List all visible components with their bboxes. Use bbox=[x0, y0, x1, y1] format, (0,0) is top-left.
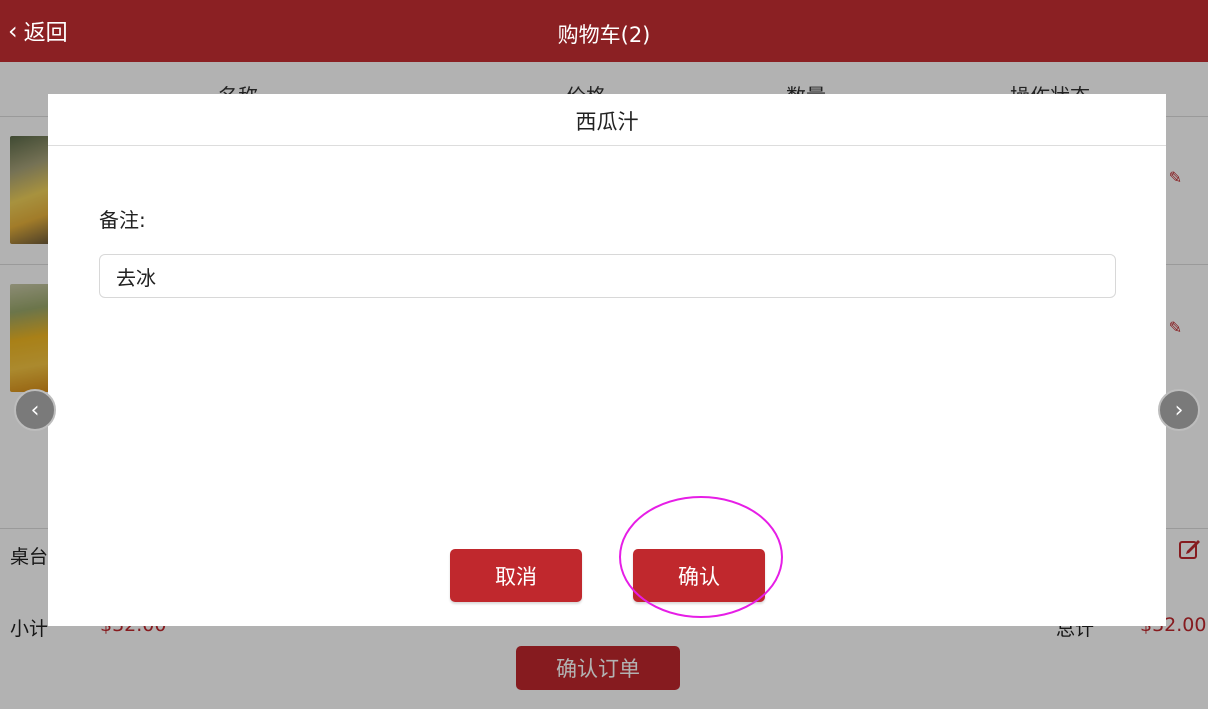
page-title: 购物车(2) bbox=[557, 23, 651, 47]
chevron-right-nav-icon[interactable]: › bbox=[1158, 389, 1200, 431]
confirm-button[interactable]: 确认 bbox=[633, 549, 765, 602]
app-header: ‹ 返回 购物车(2) bbox=[0, 0, 1208, 62]
cancel-button[interactable]: 取消 bbox=[450, 549, 582, 602]
note-input[interactable]: 去冰 bbox=[99, 254, 1116, 298]
dialog-title: 西瓜汁 bbox=[48, 94, 1166, 146]
note-dialog: 西瓜汁 备注: 去冰 取消 确认 bbox=[48, 94, 1166, 626]
chevron-left-nav-icon[interactable]: ‹ bbox=[14, 389, 56, 431]
note-label: 备注: bbox=[99, 208, 146, 232]
